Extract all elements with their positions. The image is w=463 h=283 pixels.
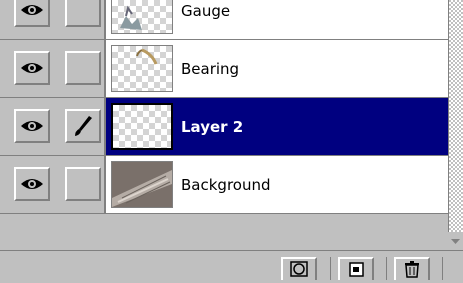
edit-lock-cell [61, 98, 104, 155]
list-empty-space [0, 232, 448, 250]
new-layer-button[interactable] [338, 257, 374, 280]
layer-content: Bearing [106, 40, 448, 97]
layer-name: Layer 2 [181, 118, 244, 136]
vertical-scrollbar[interactable] [448, 0, 463, 250]
link-toggle[interactable] [65, 0, 101, 27]
layer-row-background[interactable]: Background [0, 156, 448, 214]
layer-row-layer-2[interactable]: Layer 2 [0, 98, 448, 156]
layer-list: Gauge Bearing Layer 2 Background [0, 0, 448, 232]
visibility-toggle[interactable] [14, 109, 50, 143]
delete-layer-button[interactable] [394, 257, 430, 280]
visibility-cell [0, 156, 61, 213]
new-layer-icon [349, 262, 364, 277]
link-toggle[interactable] [65, 167, 101, 201]
layer-content: Background [106, 156, 448, 213]
layer-name: Bearing [181, 60, 240, 78]
edit-lock-cell [61, 156, 104, 213]
visibility-toggle[interactable] [14, 51, 50, 85]
layer-name: Background [181, 176, 271, 194]
layer-content: Gauge [106, 0, 448, 39]
visibility-cell [0, 98, 61, 155]
toolbar-divider [330, 257, 331, 280]
eye-icon [21, 121, 43, 131]
trash-icon [405, 261, 419, 278]
layer-row-bearing[interactable]: Bearing [0, 40, 448, 98]
toolbar-divider [442, 257, 443, 280]
layer-content: Layer 2 [106, 98, 448, 155]
bearing-thumbnail-art [136, 48, 158, 65]
paintbrush-icon [75, 116, 92, 136]
eye-icon [21, 179, 43, 189]
edit-lock-cell [61, 0, 104, 39]
scroll-down-button[interactable] [448, 232, 463, 250]
add-mask-button[interactable] [281, 257, 317, 280]
visibility-toggle[interactable] [14, 0, 50, 27]
background-thumbnail-art [112, 162, 172, 207]
visibility-cell [0, 0, 61, 39]
link-toggle[interactable] [65, 109, 101, 143]
mask-icon [290, 261, 308, 277]
gauge-thumbnail-art [120, 5, 142, 30]
toolbar-divider [386, 257, 387, 280]
visibility-cell [0, 40, 61, 97]
layer-row-gauge[interactable]: Gauge [0, 0, 448, 40]
layers-bottom-toolbar [0, 250, 463, 280]
layer-thumbnail[interactable] [111, 161, 173, 208]
eye-icon [21, 5, 43, 15]
layers-panel: Gauge Bearing Layer 2 Background [0, 0, 463, 280]
layer-thumbnail[interactable] [111, 103, 173, 150]
eye-icon [21, 63, 43, 73]
layer-thumbnail[interactable] [111, 45, 173, 92]
visibility-toggle[interactable] [14, 167, 50, 201]
link-toggle[interactable] [65, 51, 101, 85]
scroll-down-arrow-icon [451, 239, 460, 244]
edit-lock-cell [61, 40, 104, 97]
layer-name: Gauge [181, 2, 231, 20]
layer-thumbnail[interactable] [111, 0, 173, 34]
